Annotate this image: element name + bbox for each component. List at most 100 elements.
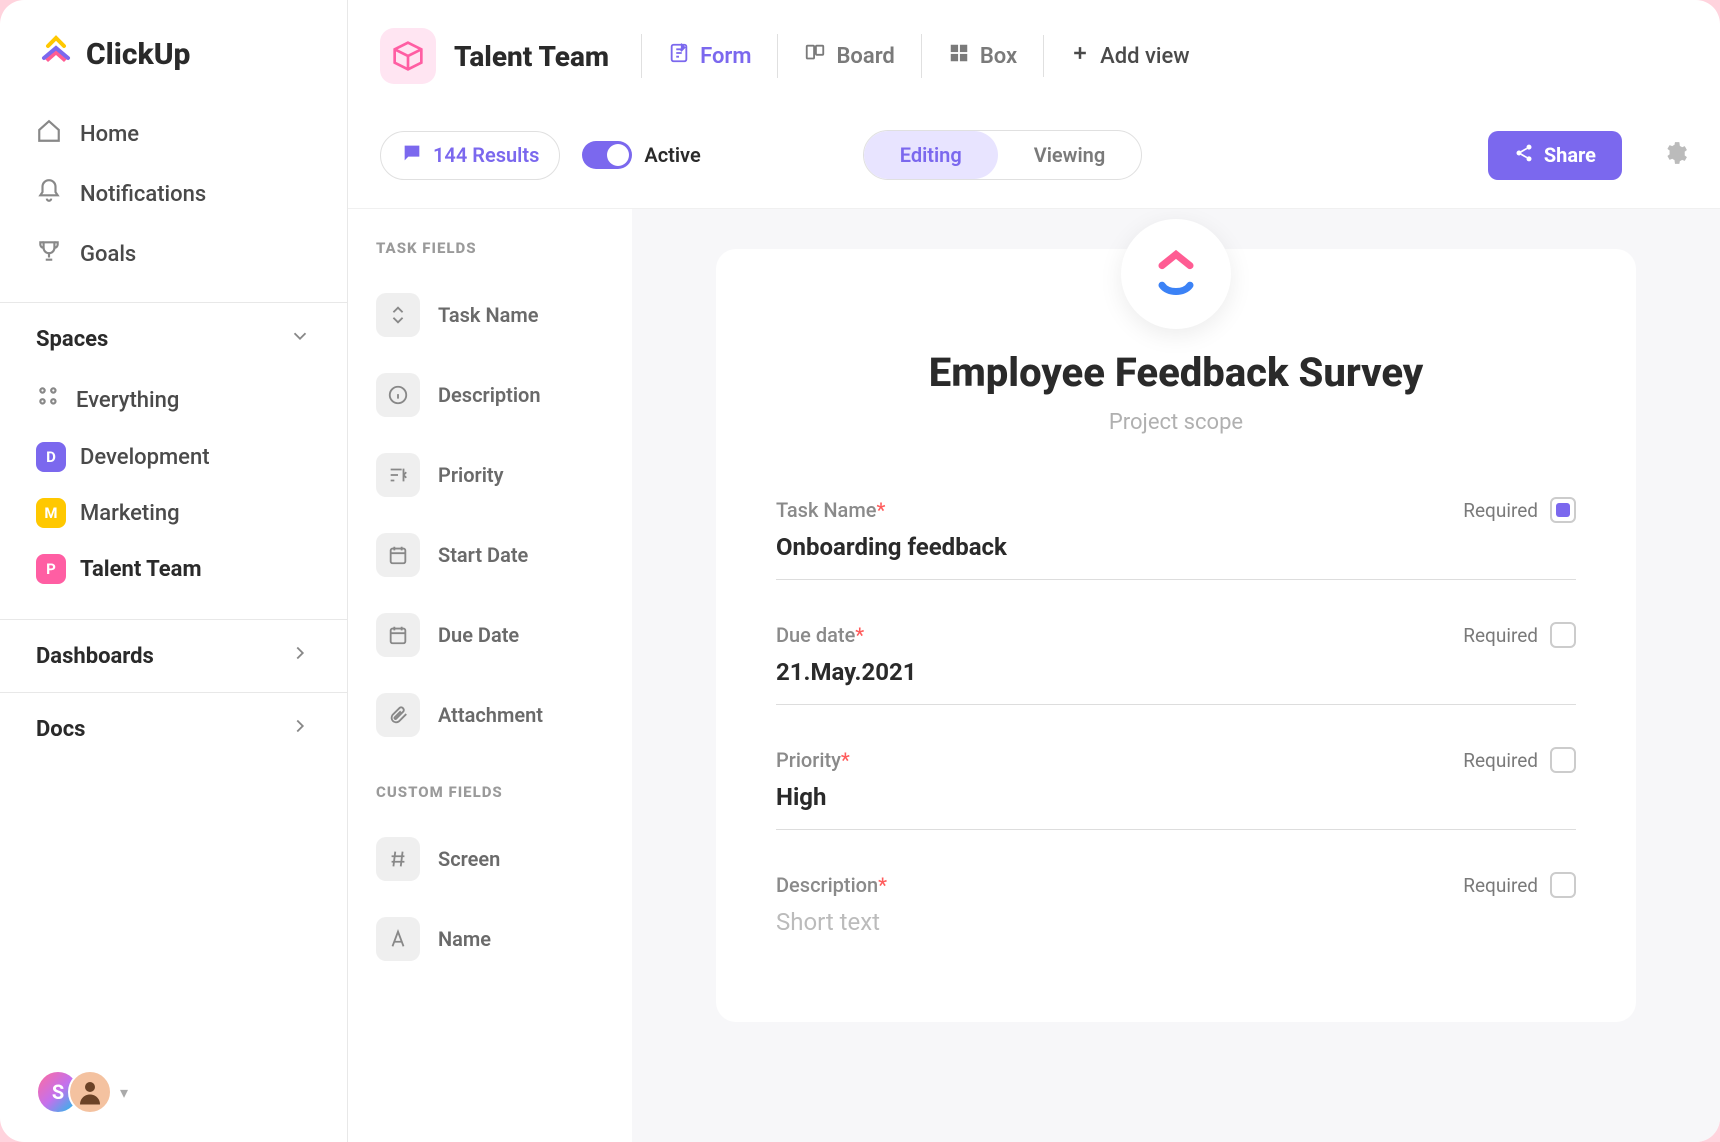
chevron-right-icon (289, 642, 311, 670)
tab-label: Form (700, 44, 751, 69)
nav-label: Goals (80, 242, 136, 267)
add-view-button[interactable]: Add view (1043, 35, 1215, 77)
form-field-task-name[interactable]: Task Name* Required Onboarding feedback (776, 483, 1576, 580)
required-checkbox[interactable] (1550, 747, 1576, 773)
sidebar-item-label: Everything (76, 388, 179, 413)
subbar: 144 Results Active Editing Viewing Share (348, 112, 1720, 209)
field-due-date[interactable]: Due Date (376, 595, 604, 675)
field-value[interactable]: High (776, 783, 1576, 811)
field-attachment[interactable]: Attachment (376, 675, 604, 755)
caret-down-icon: ▾ (120, 1083, 128, 1102)
spaces-section: Spaces Everything D Development M Market… (0, 302, 347, 619)
results-pill[interactable]: 144 Results (380, 131, 560, 180)
field-task-name[interactable]: Task Name (376, 275, 604, 355)
sidebar-item-label: Development (80, 445, 210, 470)
required-checkbox[interactable] (1550, 622, 1576, 648)
hash-icon (376, 837, 420, 881)
required-toggle[interactable]: Required (1463, 747, 1576, 773)
topbar: Talent Team Form Board Box Add view (348, 0, 1720, 112)
space-header: Talent Team (380, 28, 641, 84)
field-label: Priority* (776, 748, 850, 772)
form-field-description[interactable]: Description* Required Short text (776, 858, 1576, 954)
sidebar-item-everything[interactable]: Everything (36, 371, 311, 429)
custom-fields-heading: CUSTOM FIELDS (376, 783, 604, 801)
chevron-right-icon (289, 715, 311, 743)
space-badge: D (36, 442, 66, 472)
field-label: Name (438, 927, 491, 951)
field-screen[interactable]: Screen (376, 819, 604, 899)
brand-logo[interactable]: ClickUp (0, 0, 347, 104)
tab-board[interactable]: Board (777, 34, 920, 78)
field-value[interactable]: 21.May.2021 (776, 658, 1576, 686)
required-toggle[interactable]: Required (1463, 622, 1576, 648)
required-checkbox[interactable] (1550, 497, 1576, 523)
mode-viewing[interactable]: Viewing (998, 131, 1141, 179)
required-toggle[interactable]: Required (1463, 497, 1576, 523)
field-description[interactable]: Description (376, 355, 604, 435)
form-title[interactable]: Employee Feedback Survey (776, 349, 1576, 396)
tab-label: Box (980, 44, 1017, 69)
text-icon (376, 917, 420, 961)
settings-button[interactable] (1662, 140, 1688, 170)
form-logo[interactable] (1121, 219, 1231, 329)
chevron-down-icon (289, 325, 311, 353)
sidebar-item-talent-team[interactable]: P Talent Team (36, 541, 311, 597)
tab-label: Board (836, 44, 894, 69)
toggle-label: Active (644, 143, 700, 167)
form-canvas: Employee Feedback Survey Project scope T… (632, 209, 1720, 1142)
calendar-icon (376, 533, 420, 577)
chat-icon (401, 142, 423, 169)
form-icon (668, 42, 690, 70)
dashboards-section[interactable]: Dashboards (0, 619, 347, 692)
box-icon (948, 42, 970, 70)
avatar (68, 1070, 112, 1114)
field-label: Due date* (776, 623, 864, 647)
field-label: Attachment (438, 703, 543, 727)
field-placeholder[interactable]: Short text (776, 908, 1576, 936)
field-start-date[interactable]: Start Date (376, 515, 604, 595)
active-toggle[interactable] (582, 141, 632, 169)
field-label: Description* (776, 873, 887, 897)
view-tabs: Form Board Box Add view (641, 34, 1216, 78)
fields-panel: TASK FIELDS Task Name Description Priori… (348, 209, 632, 1142)
nav-goals[interactable]: Goals (36, 224, 311, 284)
docs-section[interactable]: Docs (0, 692, 347, 765)
required-toggle[interactable]: Required (1463, 872, 1576, 898)
content-area: TASK FIELDS Task Name Description Priori… (348, 209, 1720, 1142)
section-title: Dashboards (36, 644, 154, 669)
sidebar-item-label: Talent Team (80, 557, 202, 582)
sidebar-item-label: Marketing (80, 501, 180, 526)
page-title: Talent Team (454, 40, 609, 73)
spaces-list: Everything D Development M Marketing P T… (36, 353, 311, 597)
share-icon (1514, 143, 1534, 168)
required-checkbox[interactable] (1550, 872, 1576, 898)
brand-name: ClickUp (86, 37, 190, 72)
sidebar-item-marketing[interactable]: M Marketing (36, 485, 311, 541)
task-fields-heading: TASK FIELDS (376, 239, 604, 257)
field-name[interactable]: Name (376, 899, 604, 979)
required-label: Required (1463, 624, 1538, 647)
mode-editing[interactable]: Editing (864, 131, 998, 179)
tab-box[interactable]: Box (921, 34, 1043, 78)
nav-label: Home (80, 122, 139, 147)
sidebar: ClickUp Home Notifications Goals Spaces (0, 0, 348, 1142)
sidebar-item-development[interactable]: D Development (36, 429, 311, 485)
form-subtitle[interactable]: Project scope (776, 410, 1576, 435)
field-value[interactable]: Onboarding feedback (776, 533, 1576, 561)
form-field-priority[interactable]: Priority* Required High (776, 733, 1576, 830)
field-label: Start Date (438, 543, 528, 567)
form-field-due-date[interactable]: Due date* Required 21.May.2021 (776, 608, 1576, 705)
section-title: Spaces (36, 327, 108, 352)
user-menu[interactable]: S ▾ (0, 1050, 347, 1142)
app-root: ClickUp Home Notifications Goals Spaces (0, 0, 1720, 1142)
share-button[interactable]: Share (1488, 131, 1622, 180)
field-label: Task Name* (776, 498, 885, 522)
field-priority[interactable]: Priority (376, 435, 604, 515)
board-icon (804, 42, 826, 70)
results-count: 144 Results (433, 143, 539, 167)
nav-home[interactable]: Home (36, 104, 311, 164)
tab-form[interactable]: Form (641, 34, 777, 78)
spaces-header[interactable]: Spaces (36, 325, 311, 353)
clickup-icon (36, 32, 76, 76)
nav-notifications[interactable]: Notifications (36, 164, 311, 224)
